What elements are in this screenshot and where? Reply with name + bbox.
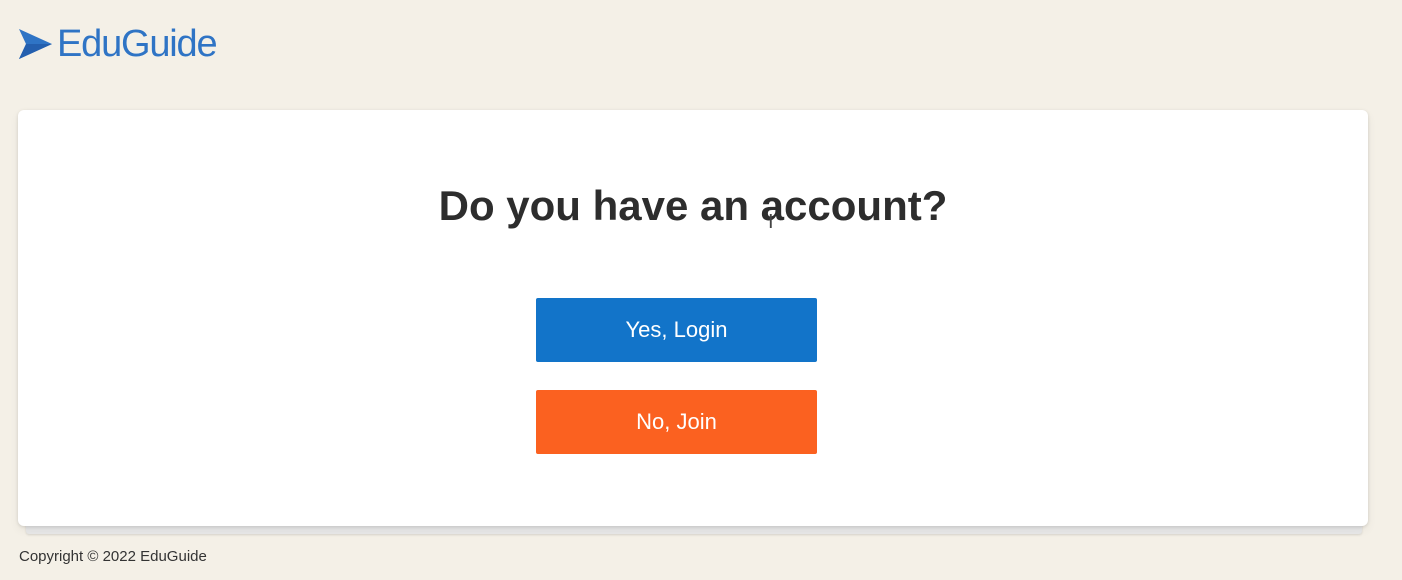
text-cursor-icon: I [768, 211, 774, 233]
play-triangle-icon [19, 29, 52, 59]
account-choice-card: Do you have an account? I Yes, Login No,… [18, 110, 1368, 526]
login-button[interactable]: Yes, Login [536, 298, 817, 362]
brand-name: EduGuide [57, 23, 218, 65]
eduguide-logo[interactable]: EduGuide [18, 23, 218, 65]
account-question: Do you have an account? [438, 182, 948, 229]
join-button[interactable]: No, Join [536, 390, 817, 454]
copyright-text: Copyright © 2022 EduGuide [19, 548, 207, 565]
